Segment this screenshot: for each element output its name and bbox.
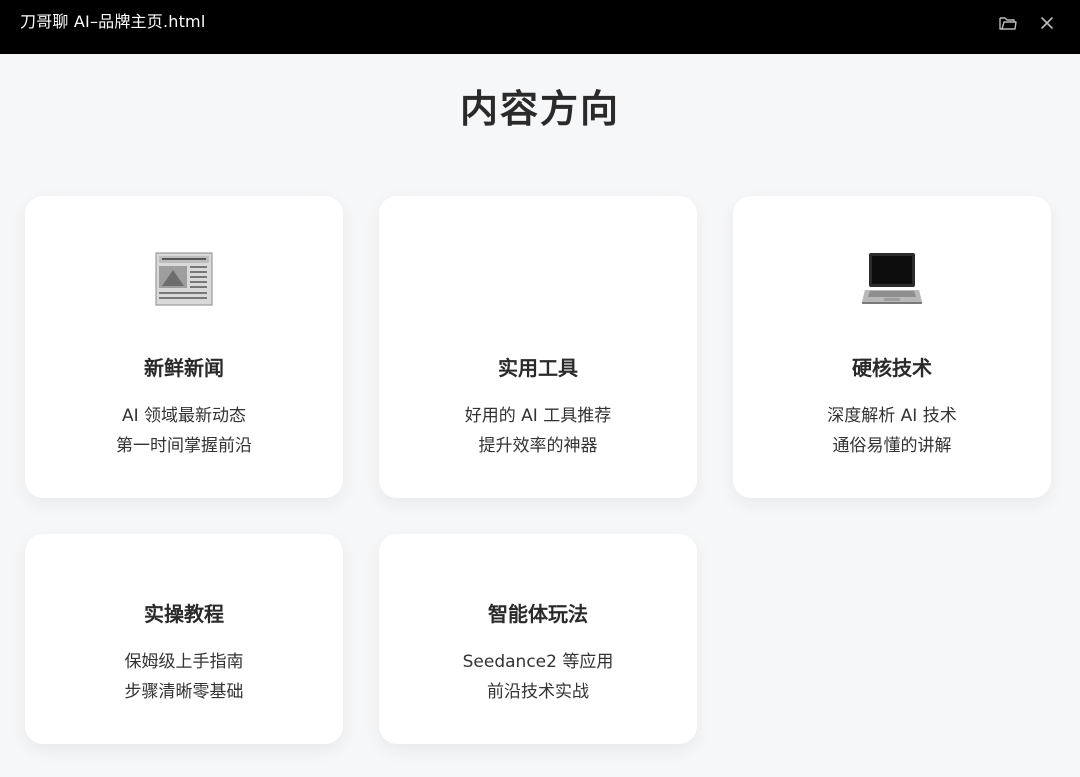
folder-icon[interactable]: [997, 12, 1019, 34]
card-desc-line: Seedance2 等应用: [462, 652, 614, 672]
window-titlebar: 刀哥聊 AI–品牌主页.html: [0, 0, 1080, 54]
page-content: 内容方向 新鲜新闻 AI 领域最新动态 第一时间掌握前沿 实用工具 好用的 AI…: [0, 54, 1080, 777]
page-heading: 内容方向: [459, 87, 620, 131]
card-desc-line: 通俗易懂的讲解: [832, 436, 952, 456]
card-agents[interactable]: 智能体玩法 Seedance2 等应用 前沿技术实战: [379, 534, 697, 744]
card-tutorial[interactable]: 实操教程 保姆级上手指南 步骤清晰零基础: [25, 534, 343, 744]
card-description: 保姆级上手指南 步骤清晰零基础: [25, 647, 343, 707]
card-desc-line: 第一时间掌握前沿: [116, 436, 252, 456]
card-desc-line: 前沿技术实战: [487, 682, 589, 702]
card-desc-line: AI 领域最新动态: [121, 406, 247, 426]
card-tools[interactable]: 实用工具 好用的 AI 工具推荐 提升效率的神器: [379, 196, 697, 498]
card-tech[interactable]: 硬核技术 深度解析 AI 技术 通俗易懂的讲解: [733, 196, 1051, 498]
card-desc-line: 步骤清晰零基础: [124, 682, 244, 702]
card-news[interactable]: 新鲜新闻 AI 领域最新动态 第一时间掌握前沿: [25, 196, 343, 498]
card-title: 硬核技术: [852, 356, 932, 380]
card-description: AI 领域最新动态 第一时间掌握前沿: [25, 401, 343, 461]
laptop-icon: [862, 248, 922, 308]
card-title: 实操教程: [144, 602, 224, 626]
card-desc-line: 提升效率的神器: [478, 436, 598, 456]
card-title: 智能体玩法: [488, 602, 588, 626]
window-title: 刀哥聊 AI–品牌主页.html: [20, 12, 206, 31]
card-description: 好用的 AI 工具推荐 提升效率的神器: [379, 401, 697, 461]
close-icon[interactable]: [1036, 12, 1058, 34]
card-title: 实用工具: [498, 356, 578, 380]
card-desc-line: 深度解析 AI 技术: [827, 406, 957, 426]
card-description: 深度解析 AI 技术 通俗易懂的讲解: [733, 401, 1051, 461]
card-description: Seedance2 等应用 前沿技术实战: [379, 647, 697, 707]
card-desc-line: 好用的 AI 工具推荐: [464, 406, 612, 426]
card-desc-line: 保姆级上手指南: [124, 652, 244, 672]
newspaper-icon: [154, 248, 214, 308]
card-title: 新鲜新闻: [144, 356, 224, 380]
